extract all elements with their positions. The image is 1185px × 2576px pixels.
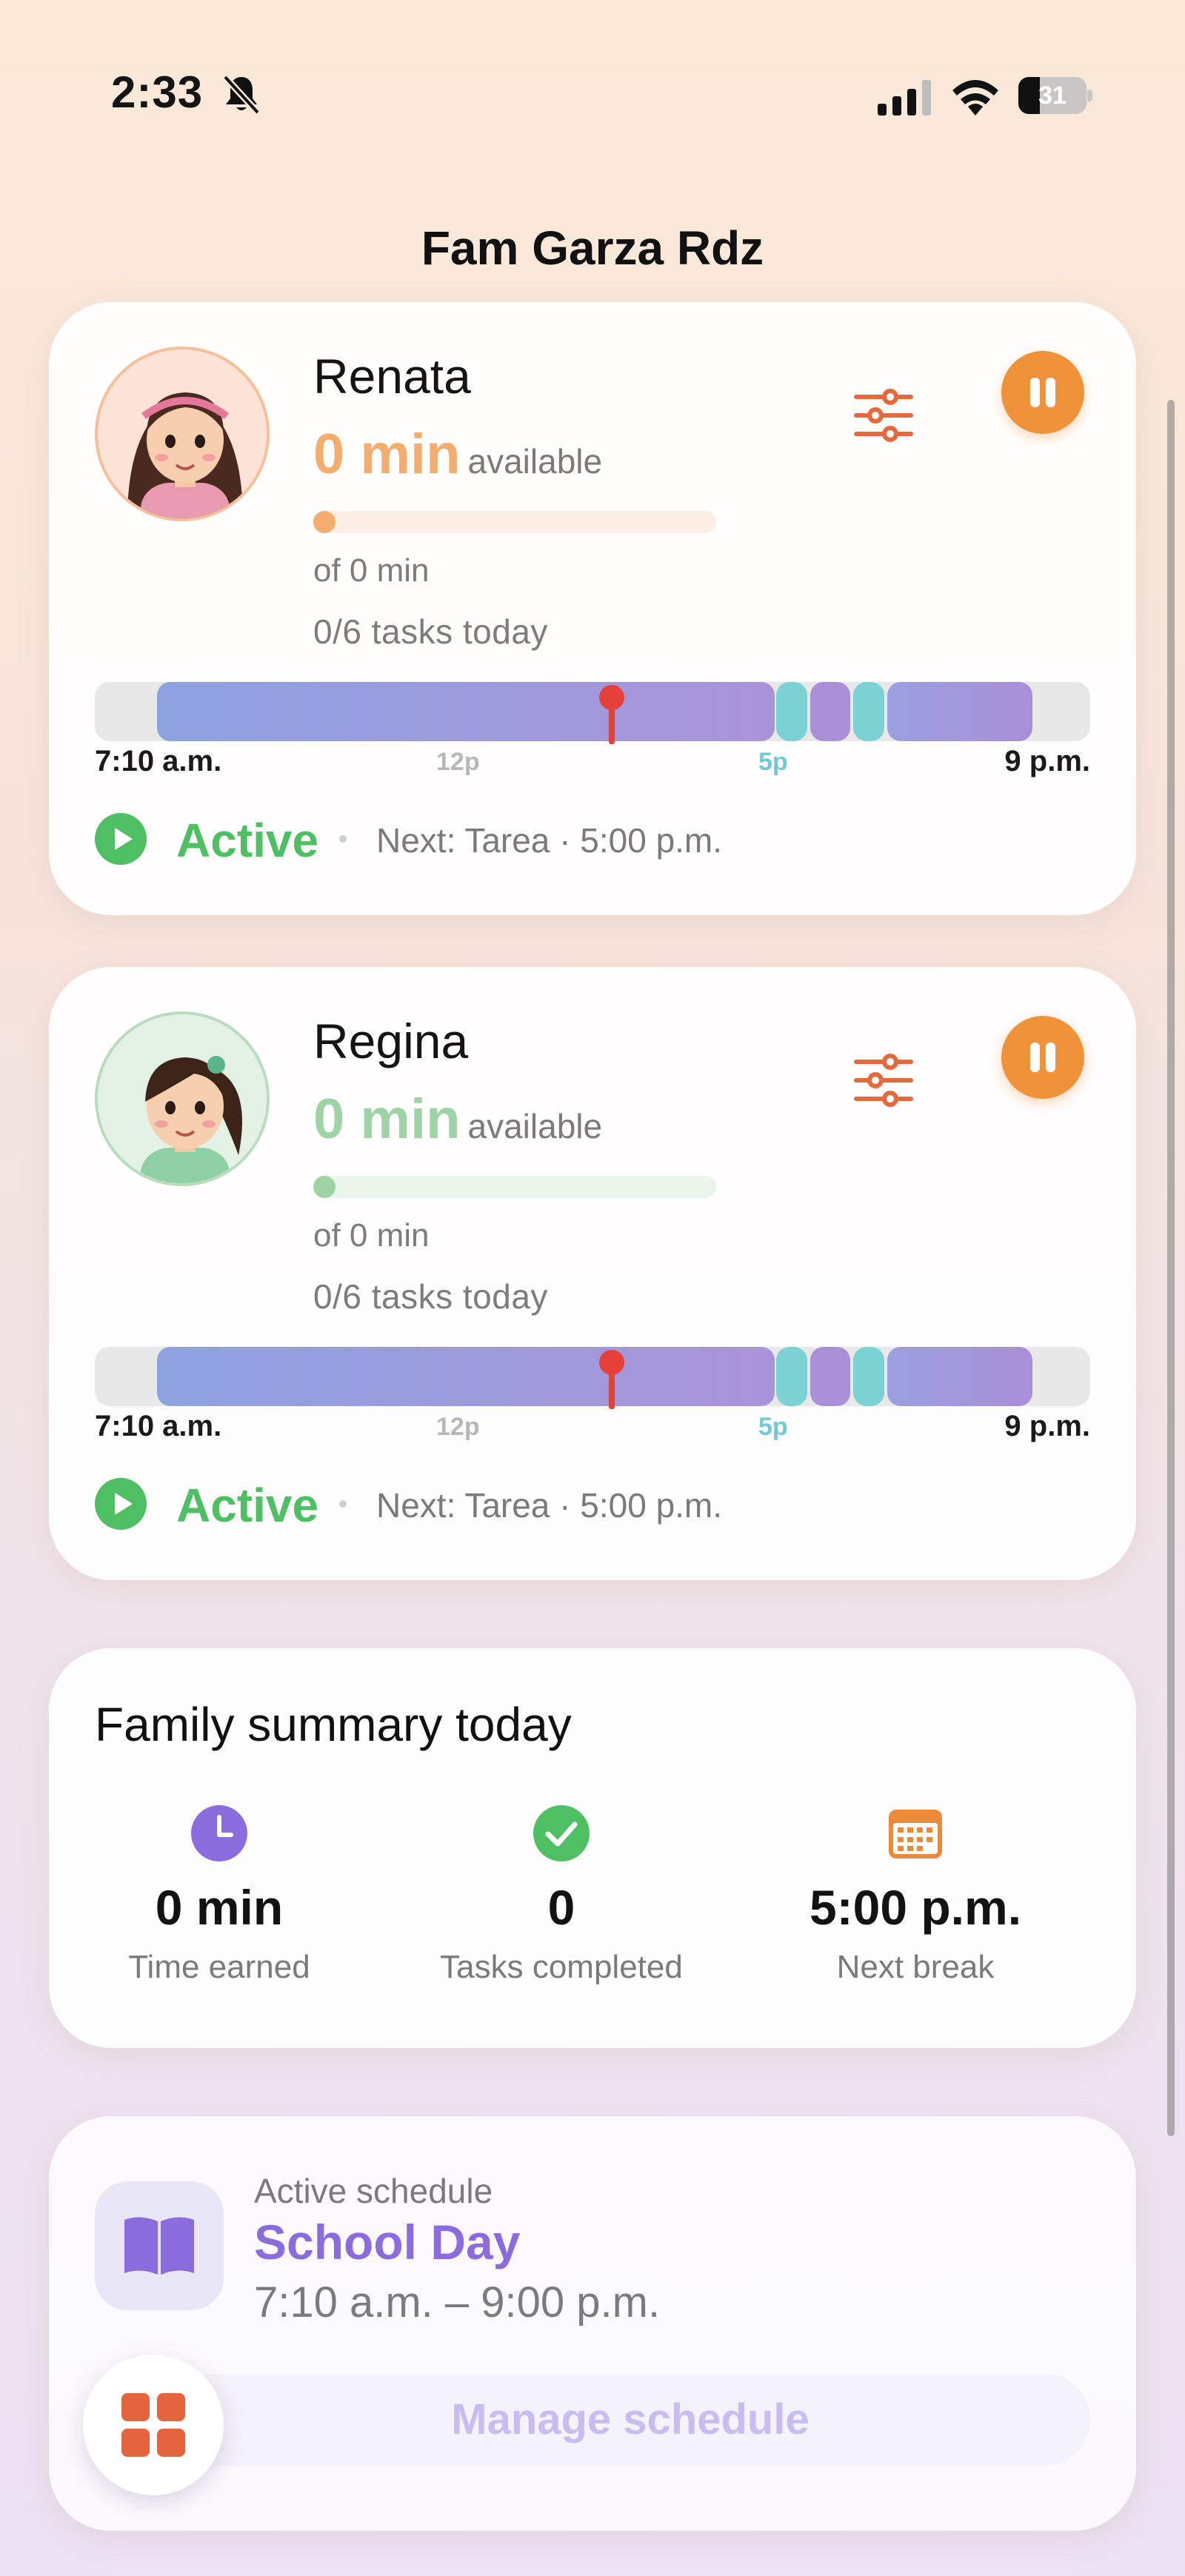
next-activity: Next: Tarea · 5:00 p.m. <box>376 821 723 860</box>
pause-button[interactable] <box>1001 351 1084 434</box>
timeline-end-label: 9 p.m. <box>1004 745 1090 777</box>
minutes-value: 0 min <box>313 423 461 486</box>
next-activity: Next: Tarea · 5:00 p.m. <box>376 1486 723 1525</box>
status-time: 2:33 <box>111 67 204 117</box>
checkmark-icon <box>533 1805 590 1861</box>
timeline-end-label: 9 p.m. <box>1004 1410 1090 1442</box>
play-icon <box>95 1478 147 1530</box>
summary-tasks-completed: 0 Tasks completed <box>391 1804 732 1986</box>
settings-sliders-icon[interactable] <box>852 384 915 447</box>
bell-slash-icon <box>222 74 261 116</box>
summary-title: Family summary today <box>95 1698 572 1751</box>
minutes-progress-bar <box>313 511 716 533</box>
summary-next-break: 5:00 p.m. Next break <box>745 1804 1086 1986</box>
available-minutes: 0 min available <box>313 1087 602 1151</box>
tasks-count: 0/6 tasks today <box>313 1277 548 1316</box>
next-break-value: 5:00 p.m. <box>809 1880 1022 1935</box>
battery-icon: 31 <box>1018 77 1092 114</box>
timeline-start-label: 7:10 a.m. <box>95 1410 222 1442</box>
settings-sliders-icon[interactable] <box>852 1048 915 1112</box>
progress-indicator <box>313 1176 336 1198</box>
status-label: Active <box>176 814 319 867</box>
family-title: Fam Garza Rdz <box>421 221 764 275</box>
manage-schedule-button[interactable]: Manage schedule <box>170 2374 1090 2466</box>
tasks-completed-label: Tasks completed <box>440 1949 683 1985</box>
wifi-icon <box>952 80 998 116</box>
pause-button[interactable] <box>1001 1016 1084 1099</box>
battery-level: 31 <box>1038 81 1066 110</box>
child-name: Renata <box>313 349 471 404</box>
play-icon <box>95 813 147 865</box>
tasks-completed-value: 0 <box>547 1880 575 1935</box>
next-break-label: Next break <box>836 1949 995 1985</box>
cellular-signal-icon <box>878 80 931 116</box>
avatar <box>95 347 270 521</box>
clock-icon <box>191 1805 247 1861</box>
timeline-5p-label: 5p <box>758 748 788 776</box>
of-total-minutes: of 0 min <box>313 552 430 589</box>
timeline-noon-label: 12p <box>436 1413 480 1441</box>
separator-dot <box>339 1500 347 1508</box>
schedule-time-range: 7:10 a.m. – 9:00 p.m. <box>254 2278 661 2326</box>
separator-dot <box>339 835 347 843</box>
minutes-label: available <box>467 442 603 481</box>
minutes-value: 0 min <box>313 1088 461 1151</box>
schedule-icon-box <box>95 2181 224 2310</box>
family-summary-card: Family summary today 0 min Time earned 0… <box>49 1648 1136 2048</box>
timeline-noon-label: 12p <box>436 748 480 776</box>
grid-menu-button[interactable] <box>83 2355 224 2495</box>
schedule-timeline[interactable] <box>95 1347 1090 1409</box>
status-label: Active <box>176 1479 319 1532</box>
scrollbar[interactable] <box>1167 400 1175 2136</box>
minutes-label: available <box>467 1107 603 1145</box>
grid-icon <box>121 2393 185 2457</box>
child-card-regina[interactable]: Regina 0 min available of 0 min 0/6 tasks… <box>49 967 1136 1580</box>
book-icon <box>124 2217 194 2275</box>
schedule-timeline[interactable] <box>95 682 1090 744</box>
of-total-minutes: of 0 min <box>313 1217 430 1254</box>
calendar-icon <box>889 1810 942 1859</box>
time-earned-label: Time earned <box>128 1949 310 1985</box>
child-name: Regina <box>313 1014 469 1068</box>
schedule-name: School Day <box>254 2215 521 2269</box>
available-minutes: 0 min available <box>313 422 602 486</box>
timeline-start-label: 7:10 a.m. <box>95 745 222 777</box>
avatar <box>95 1011 270 1186</box>
status-bar: 2:33 31 <box>0 0 1185 117</box>
summary-time-earned: 0 min Time earned <box>49 1804 390 1986</box>
minutes-progress-bar <box>313 1176 716 1198</box>
progress-indicator <box>313 511 336 533</box>
active-schedule-card[interactable]: Active schedule School Day 7:10 a.m. – 9… <box>49 2116 1136 2531</box>
active-schedule-label: Active schedule <box>254 2172 493 2210</box>
tasks-count: 0/6 tasks today <box>313 612 548 651</box>
timeline-5p-label: 5p <box>758 1413 788 1441</box>
child-card-renata[interactable]: Renata 0 min available of 0 min 0/6 tasks… <box>49 302 1136 915</box>
time-earned-value: 0 min <box>155 1880 284 1935</box>
